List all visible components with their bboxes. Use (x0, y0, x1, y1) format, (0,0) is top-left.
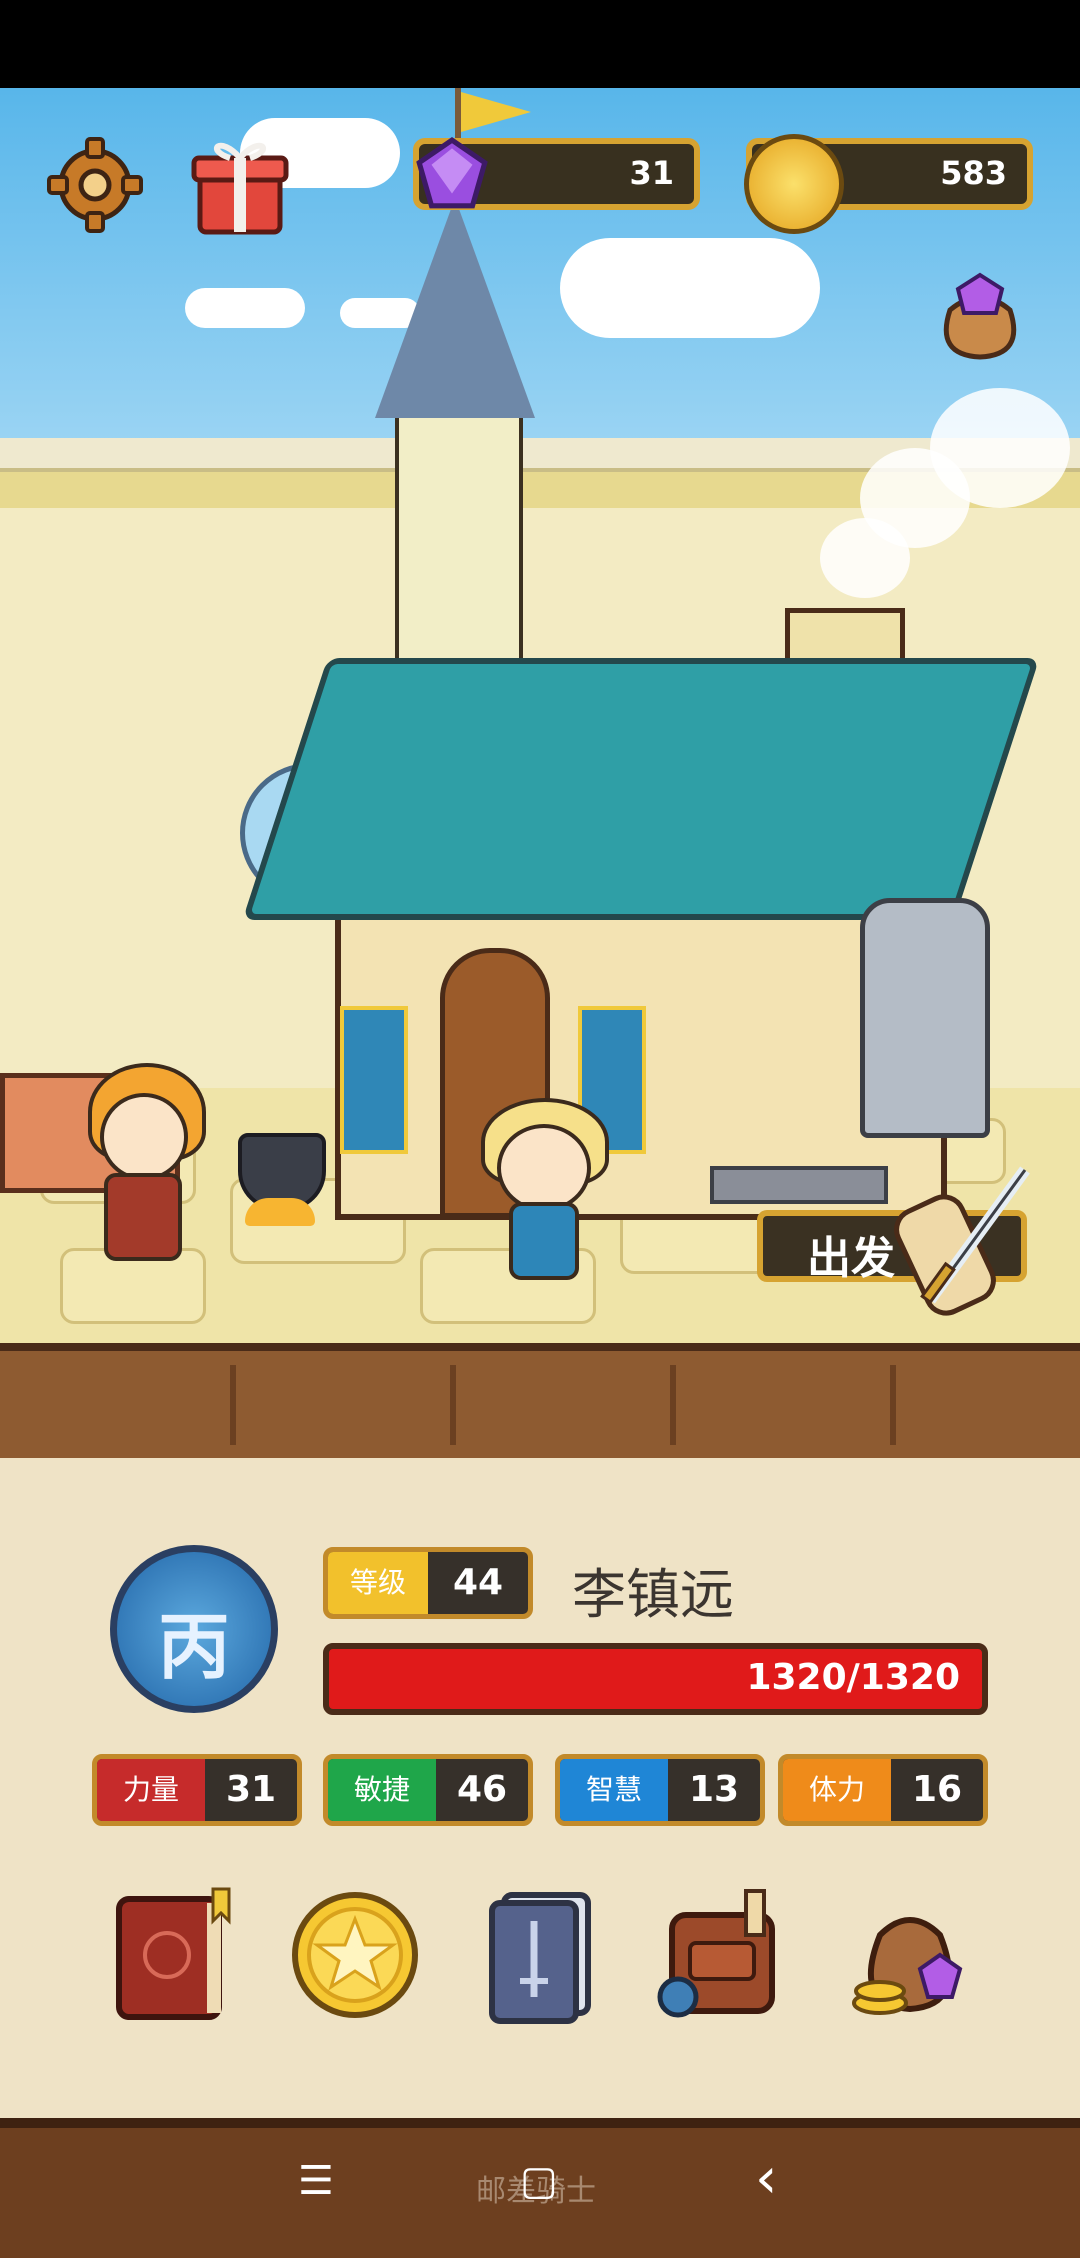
chimney-smoke (930, 388, 1070, 508)
stat-wisdom: 智慧 13 (555, 1754, 765, 1826)
stat-value: 13 (688, 1769, 740, 1810)
character-name: 李镇远 (572, 1563, 734, 1626)
gem-counter: 31 (413, 137, 700, 210)
stat-value: 16 (911, 1769, 963, 1810)
stat-label: 敏捷 (328, 1759, 436, 1821)
stat-strength: 力量 31 (92, 1754, 302, 1826)
stat-label: 力量 (97, 1759, 205, 1821)
status-bar (0, 0, 1080, 88)
hero-character[interactable] (475, 1098, 615, 1298)
coin-counter: 583 (744, 134, 1033, 234)
town-scene (0, 88, 1080, 1343)
coin-count: 583 (940, 154, 1007, 192)
dirt-divider (0, 1343, 1080, 1474)
rank-label: 丙 (157, 1605, 230, 1689)
cloud (185, 288, 305, 328)
level-label: 等级 (328, 1552, 428, 1614)
gem-count: 31 (629, 154, 674, 192)
sword-cards-icon[interactable] (470, 1885, 610, 2025)
campfire (245, 1198, 315, 1226)
stat-label: 智慧 (560, 1759, 668, 1821)
treasure-bag-icon[interactable] (840, 1885, 980, 2025)
rank-emblem[interactable]: 丙 (110, 1545, 278, 1713)
cloud (560, 238, 820, 338)
distill-machine (860, 898, 990, 1138)
backpack-icon[interactable] (650, 1885, 790, 2025)
journal-book-icon[interactable] (103, 1885, 243, 2025)
level-badge: 等级 44 (323, 1547, 533, 1619)
scroll-sword-icon (894, 1166, 1030, 1316)
hp-value: 1320/1320 (746, 1657, 960, 1698)
stat-value: 31 (225, 1769, 277, 1810)
gift-icon[interactable] (190, 130, 290, 240)
coin-icon (744, 134, 844, 234)
stat-agility: 敏捷 46 (323, 1754, 533, 1826)
nav-back-button[interactable]: ‹ (755, 2146, 777, 2211)
shop-roof (242, 658, 1040, 920)
tower-flag (461, 92, 531, 132)
nav-menu-button[interactable]: ☰ (298, 2158, 334, 2204)
gem-icon (416, 137, 488, 209)
gem-bag-icon[interactable] (930, 265, 1030, 365)
potion-table (710, 1166, 888, 1204)
gear-icon[interactable] (45, 135, 145, 235)
potion-banner (340, 1006, 408, 1154)
tower-roof (375, 198, 535, 418)
stat-label: 体力 (783, 1759, 891, 1821)
star-coin-icon[interactable] (285, 1885, 425, 2025)
stat-stamina: 体力 16 (778, 1754, 988, 1826)
level-value: 44 (452, 1562, 504, 1603)
depart-label: 出发 (807, 1233, 895, 1284)
hp-bar: 1320/1320 (323, 1643, 988, 1715)
companion-character[interactable] (70, 1063, 220, 1283)
nav-home-button[interactable]: ▢ (520, 2158, 558, 2204)
stat-value: 46 (456, 1769, 508, 1810)
